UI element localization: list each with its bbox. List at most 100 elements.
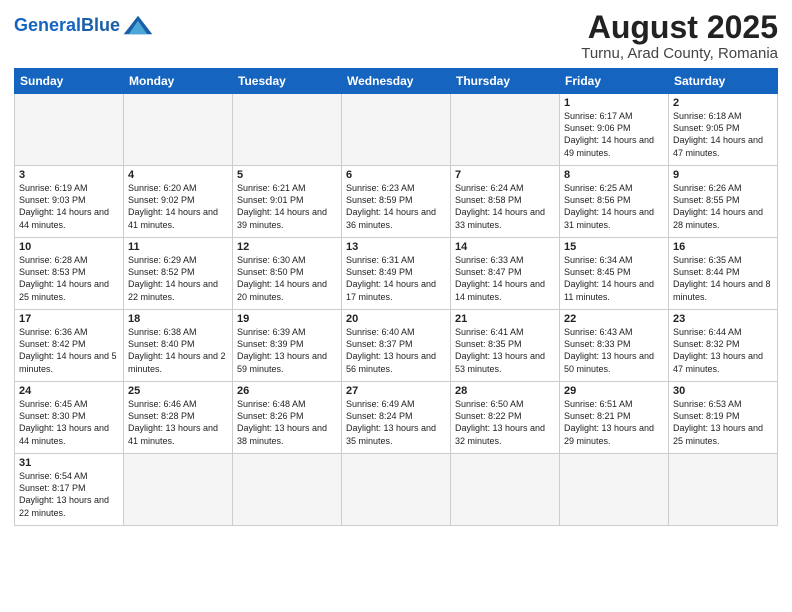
day-info: Sunrise: 6:49 AM Sunset: 8:24 PM Dayligh… [346, 398, 446, 447]
day-info: Sunrise: 6:51 AM Sunset: 8:21 PM Dayligh… [564, 398, 664, 447]
day-info: Sunrise: 6:40 AM Sunset: 8:37 PM Dayligh… [346, 326, 446, 375]
day-info: Sunrise: 6:36 AM Sunset: 8:42 PM Dayligh… [19, 326, 119, 375]
day-info: Sunrise: 6:53 AM Sunset: 8:19 PM Dayligh… [673, 398, 773, 447]
col-monday: Monday [124, 69, 233, 94]
day-cell: 16Sunrise: 6:35 AM Sunset: 8:44 PM Dayli… [669, 238, 778, 310]
day-cell: 12Sunrise: 6:30 AM Sunset: 8:50 PM Dayli… [233, 238, 342, 310]
day-info: Sunrise: 6:18 AM Sunset: 9:05 PM Dayligh… [673, 110, 773, 159]
day-cell: 18Sunrise: 6:38 AM Sunset: 8:40 PM Dayli… [124, 310, 233, 382]
logo-text: GeneralBlue [14, 16, 120, 34]
day-number: 18 [128, 313, 228, 325]
day-number: 22 [564, 313, 664, 325]
day-info: Sunrise: 6:50 AM Sunset: 8:22 PM Dayligh… [455, 398, 555, 447]
day-number: 5 [237, 169, 337, 181]
day-number: 27 [346, 385, 446, 397]
day-cell [560, 454, 669, 526]
day-cell: 14Sunrise: 6:33 AM Sunset: 8:47 PM Dayli… [451, 238, 560, 310]
day-cell: 22Sunrise: 6:43 AM Sunset: 8:33 PM Dayli… [560, 310, 669, 382]
day-number: 21 [455, 313, 555, 325]
day-number: 15 [564, 241, 664, 253]
day-info: Sunrise: 6:30 AM Sunset: 8:50 PM Dayligh… [237, 254, 337, 303]
week-row-0: 1Sunrise: 6:17 AM Sunset: 9:06 PM Daylig… [15, 94, 778, 166]
day-cell: 20Sunrise: 6:40 AM Sunset: 8:37 PM Dayli… [342, 310, 451, 382]
day-cell: 7Sunrise: 6:24 AM Sunset: 8:58 PM Daylig… [451, 166, 560, 238]
day-cell: 10Sunrise: 6:28 AM Sunset: 8:53 PM Dayli… [15, 238, 124, 310]
week-row-4: 24Sunrise: 6:45 AM Sunset: 8:30 PM Dayli… [15, 382, 778, 454]
col-friday: Friday [560, 69, 669, 94]
day-info: Sunrise: 6:35 AM Sunset: 8:44 PM Dayligh… [673, 254, 773, 303]
day-info: Sunrise: 6:34 AM Sunset: 8:45 PM Dayligh… [564, 254, 664, 303]
day-info: Sunrise: 6:48 AM Sunset: 8:26 PM Dayligh… [237, 398, 337, 447]
day-cell: 29Sunrise: 6:51 AM Sunset: 8:21 PM Dayli… [560, 382, 669, 454]
week-row-1: 3Sunrise: 6:19 AM Sunset: 9:03 PM Daylig… [15, 166, 778, 238]
col-sunday: Sunday [15, 69, 124, 94]
col-thursday: Thursday [451, 69, 560, 94]
day-cell: 2Sunrise: 6:18 AM Sunset: 9:05 PM Daylig… [669, 94, 778, 166]
day-info: Sunrise: 6:25 AM Sunset: 8:56 PM Dayligh… [564, 182, 664, 231]
day-number: 13 [346, 241, 446, 253]
day-cell: 6Sunrise: 6:23 AM Sunset: 8:59 PM Daylig… [342, 166, 451, 238]
day-info: Sunrise: 6:54 AM Sunset: 8:17 PM Dayligh… [19, 470, 119, 519]
location-title: Turnu, Arad County, Romania [581, 45, 778, 62]
month-title: August 2025 [581, 10, 778, 45]
day-number: 19 [237, 313, 337, 325]
day-cell: 5Sunrise: 6:21 AM Sunset: 9:01 PM Daylig… [233, 166, 342, 238]
day-cell: 24Sunrise: 6:45 AM Sunset: 8:30 PM Dayli… [15, 382, 124, 454]
day-cell [451, 94, 560, 166]
day-number: 28 [455, 385, 555, 397]
day-number: 9 [673, 169, 773, 181]
day-cell [342, 454, 451, 526]
day-number: 8 [564, 169, 664, 181]
day-number: 1 [564, 97, 664, 109]
page: GeneralBlue August 2025 Turnu, Arad Coun… [0, 0, 792, 612]
day-info: Sunrise: 6:46 AM Sunset: 8:28 PM Dayligh… [128, 398, 228, 447]
day-cell: 25Sunrise: 6:46 AM Sunset: 8:28 PM Dayli… [124, 382, 233, 454]
day-info: Sunrise: 6:23 AM Sunset: 8:59 PM Dayligh… [346, 182, 446, 231]
day-info: Sunrise: 6:28 AM Sunset: 8:53 PM Dayligh… [19, 254, 119, 303]
day-cell: 9Sunrise: 6:26 AM Sunset: 8:55 PM Daylig… [669, 166, 778, 238]
day-number: 14 [455, 241, 555, 253]
day-cell [124, 94, 233, 166]
logo-blue: Blue [81, 15, 120, 35]
day-cell: 11Sunrise: 6:29 AM Sunset: 8:52 PM Dayli… [124, 238, 233, 310]
day-number: 30 [673, 385, 773, 397]
day-cell: 31Sunrise: 6:54 AM Sunset: 8:17 PM Dayli… [15, 454, 124, 526]
calendar: SundayMondayTuesdayWednesdayThursdayFrid… [14, 68, 778, 526]
day-cell: 27Sunrise: 6:49 AM Sunset: 8:24 PM Dayli… [342, 382, 451, 454]
day-info: Sunrise: 6:19 AM Sunset: 9:03 PM Dayligh… [19, 182, 119, 231]
day-number: 11 [128, 241, 228, 253]
day-cell: 4Sunrise: 6:20 AM Sunset: 9:02 PM Daylig… [124, 166, 233, 238]
day-info: Sunrise: 6:17 AM Sunset: 9:06 PM Dayligh… [564, 110, 664, 159]
day-info: Sunrise: 6:20 AM Sunset: 9:02 PM Dayligh… [128, 182, 228, 231]
logo: GeneralBlue [14, 14, 154, 36]
day-cell [233, 454, 342, 526]
day-cell: 26Sunrise: 6:48 AM Sunset: 8:26 PM Dayli… [233, 382, 342, 454]
day-info: Sunrise: 6:29 AM Sunset: 8:52 PM Dayligh… [128, 254, 228, 303]
week-row-3: 17Sunrise: 6:36 AM Sunset: 8:42 PM Dayli… [15, 310, 778, 382]
day-number: 6 [346, 169, 446, 181]
day-info: Sunrise: 6:44 AM Sunset: 8:32 PM Dayligh… [673, 326, 773, 375]
day-cell: 28Sunrise: 6:50 AM Sunset: 8:22 PM Dayli… [451, 382, 560, 454]
day-cell [669, 454, 778, 526]
logo-icon [122, 14, 154, 36]
col-wednesday: Wednesday [342, 69, 451, 94]
day-number: 23 [673, 313, 773, 325]
day-number: 2 [673, 97, 773, 109]
day-cell [233, 94, 342, 166]
calendar-header-row: SundayMondayTuesdayWednesdayThursdayFrid… [15, 69, 778, 94]
day-number: 25 [128, 385, 228, 397]
day-cell: 21Sunrise: 6:41 AM Sunset: 8:35 PM Dayli… [451, 310, 560, 382]
day-cell: 19Sunrise: 6:39 AM Sunset: 8:39 PM Dayli… [233, 310, 342, 382]
col-tuesday: Tuesday [233, 69, 342, 94]
day-number: 3 [19, 169, 119, 181]
day-number: 26 [237, 385, 337, 397]
day-cell: 3Sunrise: 6:19 AM Sunset: 9:03 PM Daylig… [15, 166, 124, 238]
day-info: Sunrise: 6:38 AM Sunset: 8:40 PM Dayligh… [128, 326, 228, 375]
title-block: August 2025 Turnu, Arad County, Romania [581, 10, 778, 62]
day-info: Sunrise: 6:31 AM Sunset: 8:49 PM Dayligh… [346, 254, 446, 303]
day-number: 7 [455, 169, 555, 181]
week-row-5: 31Sunrise: 6:54 AM Sunset: 8:17 PM Dayli… [15, 454, 778, 526]
day-number: 29 [564, 385, 664, 397]
day-number: 12 [237, 241, 337, 253]
day-info: Sunrise: 6:26 AM Sunset: 8:55 PM Dayligh… [673, 182, 773, 231]
